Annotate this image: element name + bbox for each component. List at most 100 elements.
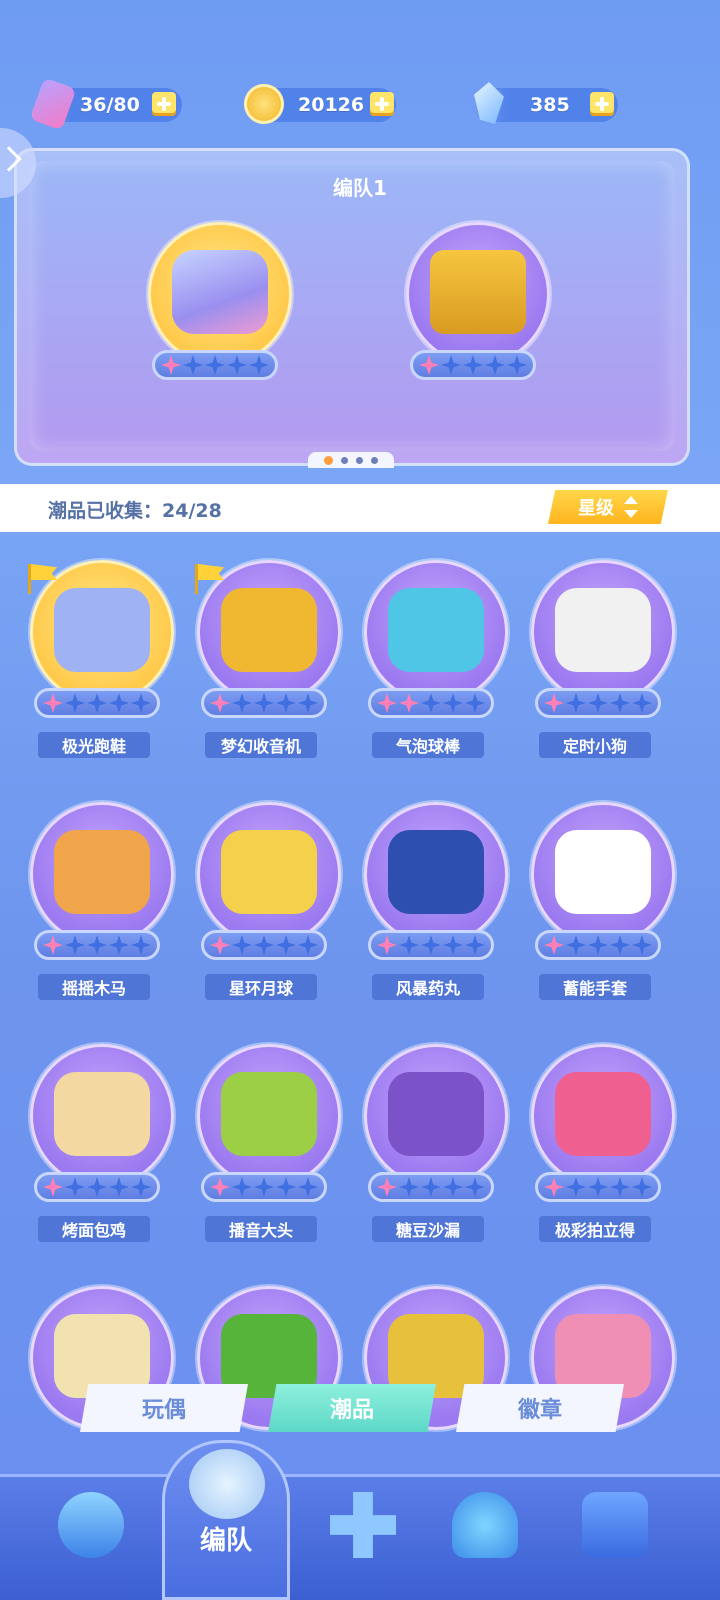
item-art-icon [555,588,651,672]
item-name: 极光跑鞋 [38,732,150,758]
coin-value: 20126 [298,94,365,116]
star-rating [152,350,278,380]
star-icon [87,1177,107,1197]
collection-item[interactable]: 梦幻收音机 [187,560,347,760]
star-icon [254,1177,274,1197]
star-icon [227,355,247,375]
star-icon [43,1177,63,1197]
nav-gamepad[interactable] [318,1486,408,1576]
flag-icon [24,564,60,594]
collection-item[interactable]: 极彩拍立得 [521,1044,681,1244]
tab-badges[interactable]: 徽章 [456,1384,624,1432]
star-icon [276,693,296,713]
trophy-icon [452,1492,518,1558]
star-icon [465,693,485,713]
coin-icon [244,84,284,124]
star-icon [276,935,296,955]
item-name: 糖豆沙漏 [372,1216,484,1242]
item-art-icon [555,1072,651,1156]
item-art-icon [388,588,484,672]
star-icon [109,693,129,713]
double-chevron-icon [0,146,22,172]
star-icon [232,935,252,955]
star-icon [131,1177,151,1197]
stamina-value: 36/80 [80,94,140,116]
collection-item[interactable]: 播音大头 [187,1044,347,1244]
formation-slot-1[interactable] [138,222,298,422]
star-icon [183,355,203,375]
star-icon [109,935,129,955]
add-coins-button[interactable] [370,92,394,116]
mystery-box-icon [582,1492,648,1558]
collection-item[interactable]: 极光跑鞋 [20,560,180,760]
item-art-icon [221,830,317,914]
star-icon [421,1177,441,1197]
star-icon [161,355,181,375]
star-icon [463,355,483,375]
formation-icon [189,1449,265,1519]
nav-mystery-box[interactable] [570,1486,660,1576]
star-rating [34,1172,160,1202]
star-icon [43,935,63,955]
item-art-icon [221,588,317,672]
sort-label: 星级 [578,498,614,519]
star-icon [610,935,630,955]
tab-dolls[interactable]: 玩偶 [80,1384,248,1432]
star-rating [535,930,661,960]
collection-item[interactable]: 风暴药丸 [354,802,514,1002]
star-icon [588,935,608,955]
star-icon [131,935,151,955]
collection-item[interactable]: 定时小狗 [521,560,681,760]
stamina-counter[interactable]: 36/80 [29,77,182,131]
item-name: 定时小狗 [539,732,651,758]
collection-item[interactable]: 摇摇木马 [20,802,180,1002]
star-icon [419,355,439,375]
item-art-icon [54,588,150,672]
star-rating [410,350,536,380]
star-icon [465,1177,485,1197]
add-gems-button[interactable] [590,92,614,116]
formation-slot-2[interactable] [396,222,556,422]
star-icon [588,693,608,713]
item-art-icon [388,830,484,914]
page-dot [371,456,378,464]
page-indicator [308,452,394,468]
star-icon [443,693,463,713]
star-icon [249,355,269,375]
sort-by-star-button[interactable]: 星级 [548,490,668,524]
item-name: 播音大头 [205,1216,317,1242]
star-icon [210,1177,230,1197]
gem-counter[interactable]: 385 [472,82,618,124]
star-icon [377,1177,397,1197]
coin-counter[interactable]: 20126 [244,84,396,124]
star-icon [399,935,419,955]
star-icon [210,693,230,713]
star-icon [465,935,485,955]
collection-item[interactable]: 蓄能手套 [521,802,681,1002]
star-icon [441,355,461,375]
star-icon [588,1177,608,1197]
collection-item[interactable]: 糖豆沙漏 [354,1044,514,1244]
tab-trendy-items[interactable]: 潮品 [268,1384,436,1432]
star-icon [632,1177,652,1197]
star-icon [254,935,274,955]
star-icon [544,935,564,955]
nav-trophy[interactable] [440,1486,530,1576]
collection-item[interactable]: 气泡球棒 [354,560,514,760]
star-icon [544,693,564,713]
add-stamina-button[interactable] [152,92,176,116]
collection-item[interactable]: 星环月球 [187,802,347,1002]
item-name: 摇摇木马 [38,974,150,1000]
nav-home[interactable] [46,1486,136,1576]
star-icon [566,935,586,955]
star-icon [443,1177,463,1197]
star-icon [43,693,63,713]
star-icon [65,1177,85,1197]
star-rating [535,688,661,718]
star-icon [566,1177,586,1197]
flag-icon [191,564,227,594]
collection-item[interactable]: 烤面包鸡 [20,1044,180,1244]
collection-count: 潮品已收集：24/28 [48,500,222,522]
star-icon [298,693,318,713]
gamepad-icon [330,1492,396,1558]
